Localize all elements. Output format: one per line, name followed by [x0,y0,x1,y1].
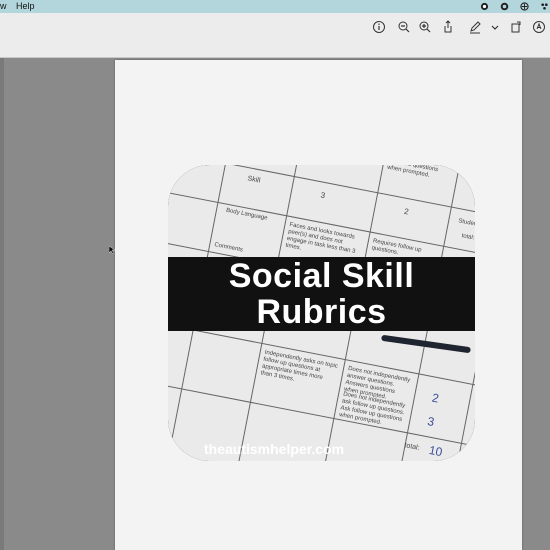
chevron-down-icon[interactable] [488,20,502,34]
rubric-skill-header: Skill [246,175,261,185]
rubric-body-language: Body Language [225,207,268,222]
rotate-icon[interactable] [509,20,523,34]
extension-icon[interactable] [520,2,529,11]
preview-toolbar [0,13,550,58]
menu-item-view[interactable]: w [0,0,7,13]
markup-pen-icon[interactable] [468,20,482,34]
sidebar-edge [0,58,4,550]
annotate-icon[interactable] [532,20,546,34]
rubric-total-top: total: [460,233,475,242]
rubric-col-2: 2 [403,206,410,217]
menu-item-help[interactable]: Help [16,0,35,13]
title-line-1: Social Skill [228,257,415,295]
rubric-col-3: 3 [319,190,327,201]
menu-bar: w Help [0,0,550,13]
zoom-in-icon[interactable] [418,20,432,34]
title-banner: Social Skill Rubrics [168,257,475,331]
control-center-icon[interactable] [540,2,549,11]
share-icon[interactable] [441,20,455,34]
rubric-cell-f: Does not independently answer questions.… [386,165,439,179]
zoom-out-icon[interactable] [397,20,411,34]
info-icon[interactable] [372,20,386,34]
chat-icon[interactable] [500,2,509,11]
rubric-score-total: 10 [427,442,444,460]
rubric-thumbnail: Skill Body Language Comments 3 2 Student… [168,165,475,461]
rubric-student: Student: [457,218,475,229]
mouse-cursor-icon [109,246,115,254]
title-line-2: Rubrics [256,293,387,331]
rubric-score-2: 3 [426,414,436,430]
website-label: theautismhelper.com [204,441,345,457]
rubric-total-bottom: total: [403,442,421,452]
record-icon[interactable] [480,2,489,11]
rubric-score-1: 2 [430,390,441,406]
